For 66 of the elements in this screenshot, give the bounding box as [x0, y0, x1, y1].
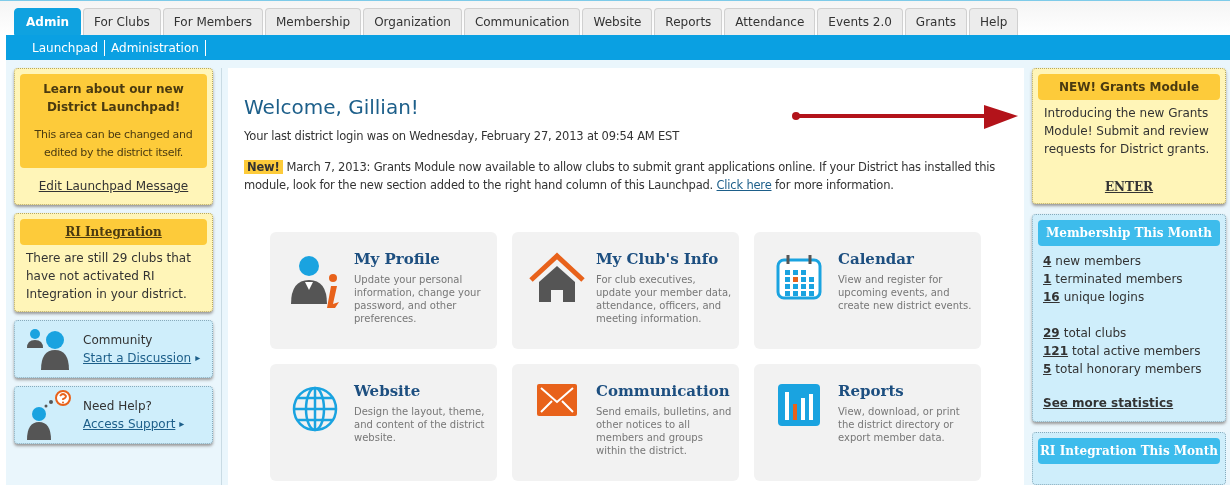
- nav-tab[interactable]: Website: [582, 8, 653, 35]
- nav-tab[interactable]: For Members: [162, 8, 263, 35]
- bar-chart-icon: [778, 384, 820, 427]
- card-title: Learn about our new District Launchpad!: [42, 81, 185, 116]
- click-here-link[interactable]: Click here: [716, 178, 772, 193]
- edit-message-link[interactable]: Edit Launchpad Message: [38, 179, 189, 193]
- nav-tab[interactable]: Communication: [463, 8, 581, 35]
- feature-tile[interactable]: Reports View, download, or print the district directory or export member data.: [754, 364, 981, 482]
- last-login-text: Your last district login was on Wednesday, February 27, 2013 at 09:54 AM EST: [244, 128, 681, 145]
- stat-count-link[interactable]: 5: [1043, 360, 1052, 378]
- tile-description: Design the layout, theme, and content of the district website.: [354, 404, 486, 444]
- card-link[interactable]: Access Support: [83, 415, 176, 433]
- nav-tab[interactable]: Reports: [654, 8, 723, 35]
- nav-tab[interactable]: Organization: [363, 8, 462, 35]
- card-text: This area can be changed and edited by the district itself.: [33, 127, 194, 161]
- stat-count-link[interactable]: 4: [1043, 252, 1052, 270]
- envelope-icon: [537, 384, 577, 417]
- feature-tile[interactable]: Website Design the layout, theme, and content of the district website.: [270, 364, 497, 482]
- calendar-icon: [774, 252, 824, 303]
- tile-title: Website: [354, 381, 422, 403]
- feature-tile[interactable]: Calendar View and register for upcoming events, and create new district events.: [754, 232, 981, 350]
- stat-count-link[interactable]: 29: [1043, 324, 1060, 342]
- nav-tab[interactable]: Help: [969, 8, 1019, 35]
- feature-tile[interactable]: Communication Send emails, bulletins, and other notices to all members and groups within the district.: [512, 364, 739, 482]
- tile-title: Calendar: [838, 249, 915, 271]
- stat-count-link[interactable]: 121: [1043, 342, 1069, 360]
- tile-title: My Club's Info: [596, 249, 720, 271]
- person-question-icon: [25, 390, 73, 440]
- card-title: RI Integration This Month: [1038, 438, 1220, 464]
- card-link[interactable]: Start a Discussion: [83, 349, 192, 367]
- stat-label: new members: [1055, 253, 1141, 270]
- tile-description: Send emails, bulletins, and other notices to all members and groups within the district.: [596, 404, 733, 457]
- card-title: Membership This Month: [1038, 220, 1220, 246]
- stat-label: total honorary members: [1055, 361, 1202, 378]
- stat-label: total clubs: [1063, 325, 1127, 342]
- nav-tab[interactable]: For Clubs: [83, 8, 161, 35]
- nav-tab[interactable]: Attendance: [724, 8, 816, 35]
- card-title-link[interactable]: RI Integration: [20, 219, 207, 245]
- tile-description: Update your personal information, change your password, and other preferences.: [354, 272, 482, 325]
- nav-tab[interactable]: Grants: [904, 8, 967, 35]
- tile-title: Reports: [838, 381, 905, 403]
- card-text: Introducing the new Grants Module! Submit and review requests for District grants.: [1043, 105, 1211, 158]
- arrow-glyph: ▸: [195, 351, 201, 365]
- stat-count-link[interactable]: 1: [1043, 270, 1052, 288]
- stat-label: total active members: [1072, 343, 1201, 360]
- see-more-link[interactable]: See more statistics: [1043, 396, 1174, 410]
- tile-description: For club executives, update your member data, attendance, officers, and meeting information.: [596, 272, 733, 325]
- welcome-heading: Welcome, Gillian!: [244, 94, 419, 121]
- card-title: NEW! Grants Module: [1038, 74, 1220, 100]
- tile-description: View and register for upcoming events, and create new district events.: [838, 272, 973, 312]
- card-text: There are still 29 clubs that have not activated RI Integration in your district.: [25, 250, 192, 303]
- tile-title: Communication: [596, 381, 731, 403]
- news-paragraph: New! March 7, 2013: Grants Module now available to allow clubs to submit grant applications online. If your District has installed this module, look for the new section added to the right hand column of this Launchpad. Click here for more information.: [244, 159, 996, 195]
- feature-tile[interactable]: My Profile Update your personal information, change your password, and other preferences.: [270, 232, 497, 350]
- card-label: Community: [83, 332, 154, 349]
- arrow-glyph: ▸: [179, 417, 185, 431]
- nav-tab[interactable]: Membership: [265, 8, 362, 35]
- nav-tab[interactable]: Events 2.0: [817, 8, 903, 35]
- stat-label: unique logins: [1063, 289, 1145, 306]
- stat-label: terminated members: [1055, 271, 1183, 288]
- stat-count-link[interactable]: 16: [1043, 288, 1060, 306]
- feature-tile[interactable]: My Club's Info For club executives, update your member data, attendance, officers, and meeting information.: [512, 232, 739, 350]
- enter-link[interactable]: ENTER: [1104, 180, 1154, 194]
- card-label: Need Help?: [83, 398, 153, 415]
- tile-title: My Profile: [354, 249, 441, 271]
- tile-description: View, download, or print the district directory or export member data.: [838, 404, 961, 444]
